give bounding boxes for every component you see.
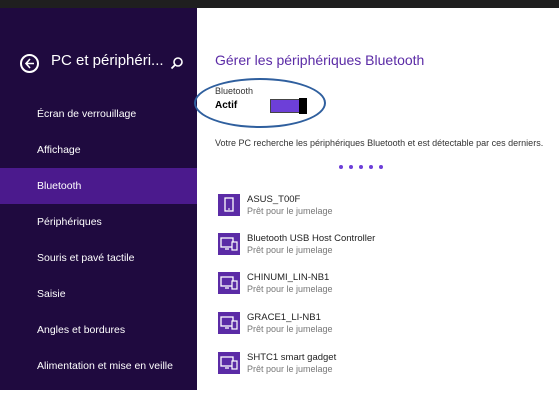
progress-dots xyxy=(339,165,389,171)
progress-dot xyxy=(379,165,383,169)
toggle-thumb xyxy=(299,98,307,114)
device-name: CHINUMI_LIN-NB1 xyxy=(247,272,330,283)
sidebar-item-lock-screen[interactable]: Écran de verrouillage xyxy=(0,96,197,132)
page-title: Gérer les périphériques Bluetooth xyxy=(215,52,425,68)
progress-dot xyxy=(359,165,363,169)
bluetooth-toggle[interactable] xyxy=(270,98,307,114)
back-button[interactable] xyxy=(20,54,39,73)
device-name: SHTC1 smart gadget xyxy=(247,352,337,363)
computer-icon xyxy=(218,312,240,334)
sidebar-item-devices[interactable]: Périphériques xyxy=(0,204,197,240)
bluetooth-label: Bluetooth xyxy=(215,86,254,96)
sidebar-item-corners-edges[interactable]: Angles et bordures xyxy=(0,312,197,348)
device-status: Prêt pour le jumelage xyxy=(247,364,333,374)
sidebar-title: PC et périphéri... xyxy=(51,52,164,69)
device-item[interactable]: Bluetooth USB Host Controller Prêt pour … xyxy=(218,233,518,263)
sidebar: PC et périphéri... Écran de verrouillage… xyxy=(0,8,197,408)
device-name: ASUS_T00F xyxy=(247,194,301,205)
sidebar-item-bluetooth[interactable]: Bluetooth xyxy=(0,168,197,204)
device-item[interactable]: CHINUMI_LIN-NB1 Prêt pour le jumelage xyxy=(218,272,518,302)
phone-icon xyxy=(218,194,240,216)
device-item[interactable]: SHTC1 smart gadget Prêt pour le jumelage xyxy=(218,352,518,382)
main-panel: Gérer les périphériques Bluetooth Blueto… xyxy=(194,8,559,390)
sidebar-item-typing[interactable]: Saisie xyxy=(0,276,197,312)
top-bar xyxy=(0,0,559,8)
device-name: Bluetooth USB Host Controller xyxy=(247,233,376,244)
device-status: Prêt pour le jumelage xyxy=(247,206,333,216)
sidebar-nav: Écran de verrouillage Affichage Bluetoot… xyxy=(0,96,197,420)
sidebar-item-display[interactable]: Affichage xyxy=(0,132,197,168)
computer-icon xyxy=(218,272,240,294)
device-status: Prêt pour le jumelage xyxy=(247,245,333,255)
sidebar-item-mouse-touchpad[interactable]: Souris et pavé tactile xyxy=(0,240,197,276)
device-status: Prêt pour le jumelage xyxy=(247,284,333,294)
device-item[interactable]: ASUS_T00F Prêt pour le jumelage xyxy=(218,194,518,224)
computer-icon xyxy=(218,233,240,255)
progress-dot xyxy=(339,165,343,169)
sidebar-item-power-sleep[interactable]: Alimentation et mise en veille xyxy=(0,348,197,384)
device-item[interactable]: GRACE1_LI-NB1 Prêt pour le jumelage xyxy=(218,312,518,342)
search-description: Votre PC recherche les périphériques Blu… xyxy=(215,138,544,148)
back-arrow-icon xyxy=(24,58,34,69)
device-status: Prêt pour le jumelage xyxy=(247,324,333,334)
progress-dot xyxy=(369,165,373,169)
progress-dot xyxy=(349,165,353,169)
sidebar-item-autoplay[interactable]: Exécution automatique xyxy=(0,384,197,420)
computer-icon xyxy=(218,352,240,374)
device-name: GRACE1_LI-NB1 xyxy=(247,312,321,323)
bluetooth-state: Actif xyxy=(215,100,238,111)
search-icon[interactable] xyxy=(170,56,184,70)
